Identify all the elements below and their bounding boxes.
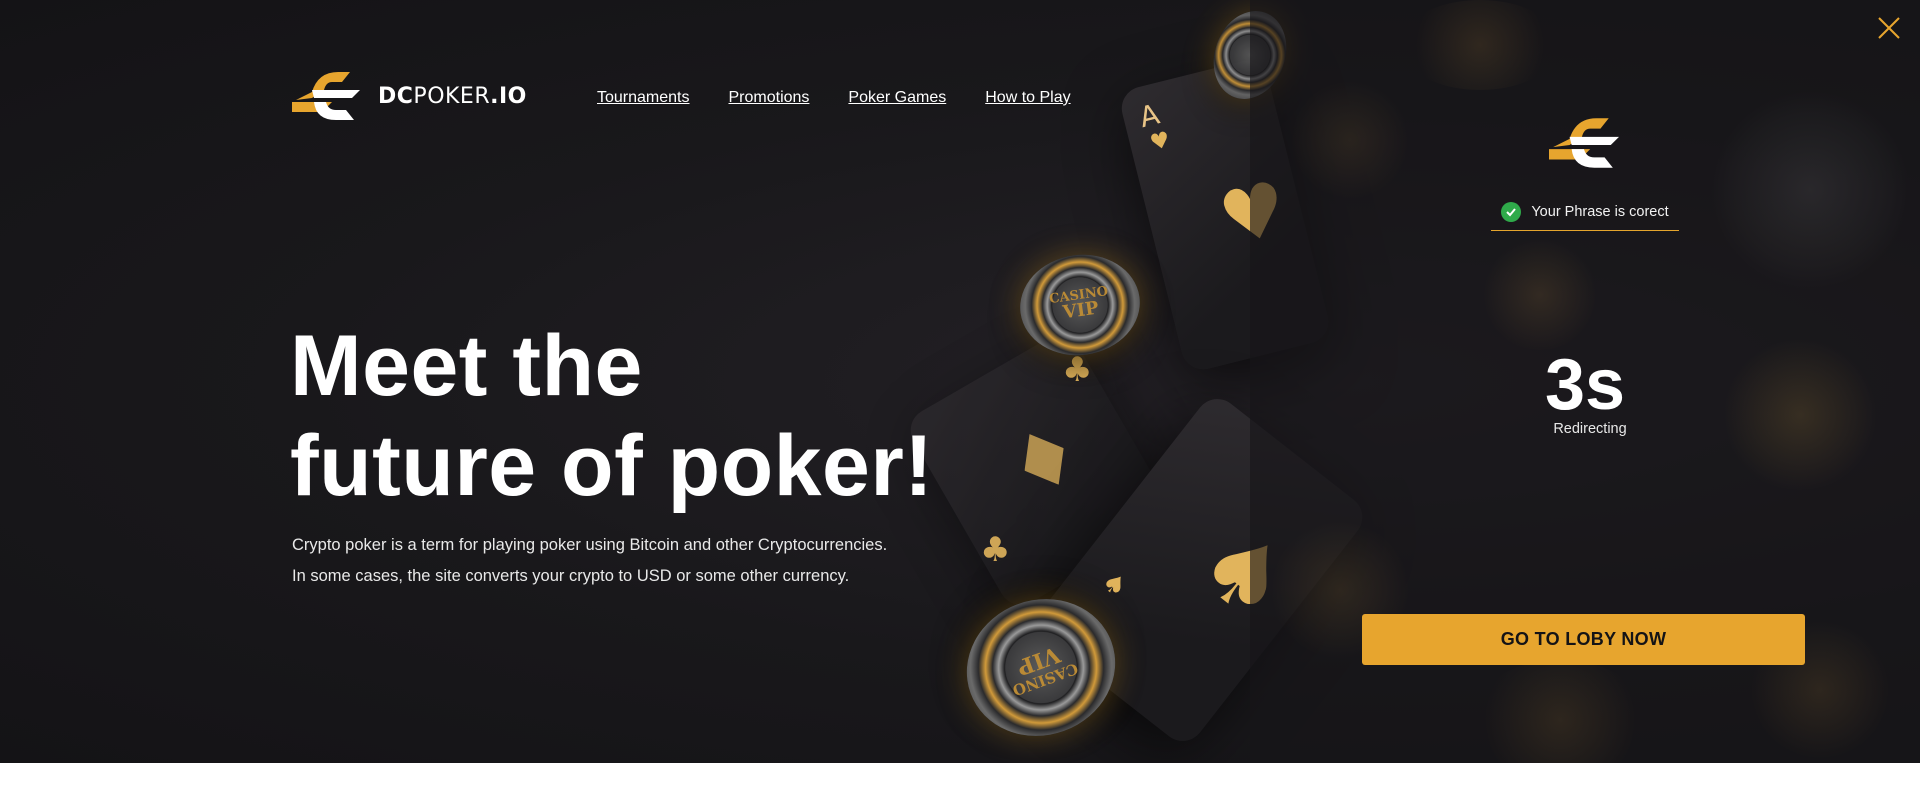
redirect-countdown: 3s xyxy=(1544,345,1626,425)
nav-poker-games[interactable]: Poker Games xyxy=(848,89,946,107)
main-nav: Tournaments Promotions Poker Games How t… xyxy=(597,89,1110,107)
phrase-status-text: Your Phrase is corect xyxy=(1531,203,1669,220)
hero-headline: Meet the future of poker! xyxy=(290,316,1010,516)
dc-logo-icon xyxy=(292,72,360,120)
redirect-label: Redirecting xyxy=(1553,421,1627,437)
nav-how-to-play[interactable]: How to Play xyxy=(985,89,1070,107)
page-bottom-strip xyxy=(0,763,1920,795)
casino-vip-chip: CASINO VIP xyxy=(1013,247,1147,363)
panel-logo xyxy=(1549,114,1619,176)
description-line-1: Crypto poker is a term for playing poker… xyxy=(292,536,888,554)
brand-regular: POKER xyxy=(413,83,491,109)
hero-description: Crypto poker is a term for playing poker… xyxy=(292,530,992,592)
check-circle-icon xyxy=(1501,201,1522,222)
dc-logo-icon xyxy=(1549,118,1619,168)
headline-line-2: future of poker! xyxy=(290,418,934,514)
blurred-chip-decoration xyxy=(1720,340,1880,490)
phrase-status: Your Phrase is corect xyxy=(1491,197,1679,231)
heart-suit-icon: ♥ xyxy=(1147,127,1173,157)
headline-line-1: Meet the xyxy=(290,318,643,414)
blurred-chip-decoration xyxy=(1470,660,1650,763)
site-logo[interactable]: DCPOKER.IO xyxy=(292,68,527,124)
close-icon[interactable] xyxy=(1877,16,1901,40)
nav-promotions[interactable]: Promotions xyxy=(729,89,810,107)
hero-section: A ♥ ♥ ♦ ♠ ♠ ♣ ♣ CASINO VIP CASINO VIP xyxy=(0,0,1920,763)
blurred-chip-decoration xyxy=(1480,240,1600,350)
blurred-chip-decoration xyxy=(1710,90,1910,290)
brand-name: DCPOKER.IO xyxy=(378,84,527,109)
nav-tournaments[interactable]: Tournaments xyxy=(597,89,690,107)
go-to-lobby-button[interactable]: GO TO LOBY NOW xyxy=(1362,614,1805,665)
brand-bold: DC xyxy=(378,83,414,109)
blurred-chip-decoration xyxy=(1400,0,1560,90)
blurred-chip-decoration xyxy=(1290,80,1410,200)
description-line-2: In some cases, the site converts your cr… xyxy=(292,567,850,585)
spade-suit-icon: ♠ xyxy=(1095,566,1133,605)
brand-suffix: .IO xyxy=(490,83,527,109)
